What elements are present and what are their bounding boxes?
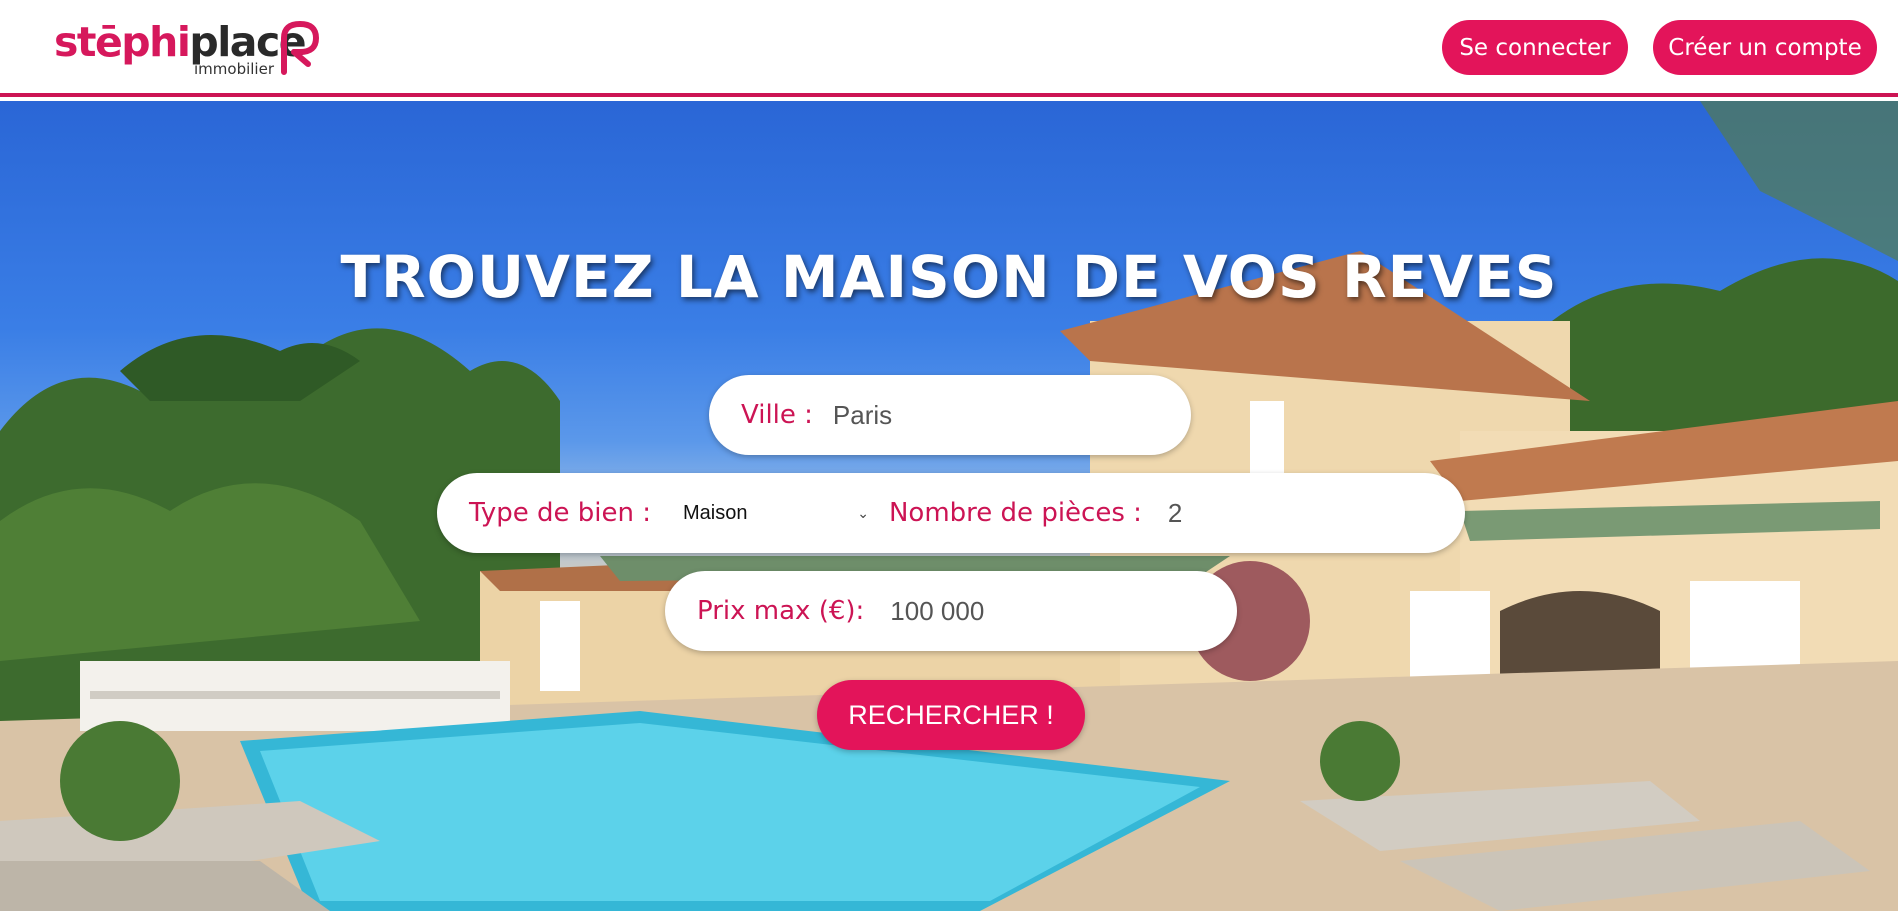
max-price-label: Prix max (€):: [697, 596, 865, 626]
rooms-input[interactable]: 2: [1168, 498, 1182, 529]
search-button[interactable]: RECHERCHER !: [817, 680, 1085, 750]
hero-headline: TROUVEZ LA MAISON DE VOS REVES: [340, 243, 1558, 311]
logo-speech-icon: [281, 20, 320, 75]
city-input[interactable]: Paris: [833, 400, 892, 431]
logo-wordmark: stēphiplace: [54, 18, 307, 66]
chevron-down-icon: ⌄: [857, 504, 869, 521]
property-type-label: Type de bien :: [469, 498, 651, 528]
signup-button[interactable]: Créer un compte: [1653, 20, 1877, 75]
login-button[interactable]: Se connecter: [1442, 20, 1628, 75]
max-price-input[interactable]: 100 000: [890, 596, 984, 627]
property-type-select[interactable]: Maison ⌄: [683, 502, 873, 525]
type-rooms-field: Type de bien : Maison ⌄ Nombre de pièces…: [437, 473, 1465, 553]
top-header: stēphiplace immobilier Se connecter Crée…: [0, 0, 1898, 97]
stephiplace-logo[interactable]: stēphiplace immobilier: [54, 18, 324, 78]
city-label: Ville :: [741, 400, 813, 430]
hero-section: TROUVEZ LA MAISON DE VOS REVES Ville : P…: [0, 101, 1898, 911]
max-price-field[interactable]: Prix max (€): 100 000: [665, 571, 1237, 651]
rooms-label: Nombre de pièces :: [888, 498, 1142, 528]
property-type-value: Maison: [682, 501, 748, 524]
city-field[interactable]: Ville : Paris: [709, 375, 1191, 455]
logo-subtitle: immobilier: [194, 60, 274, 78]
